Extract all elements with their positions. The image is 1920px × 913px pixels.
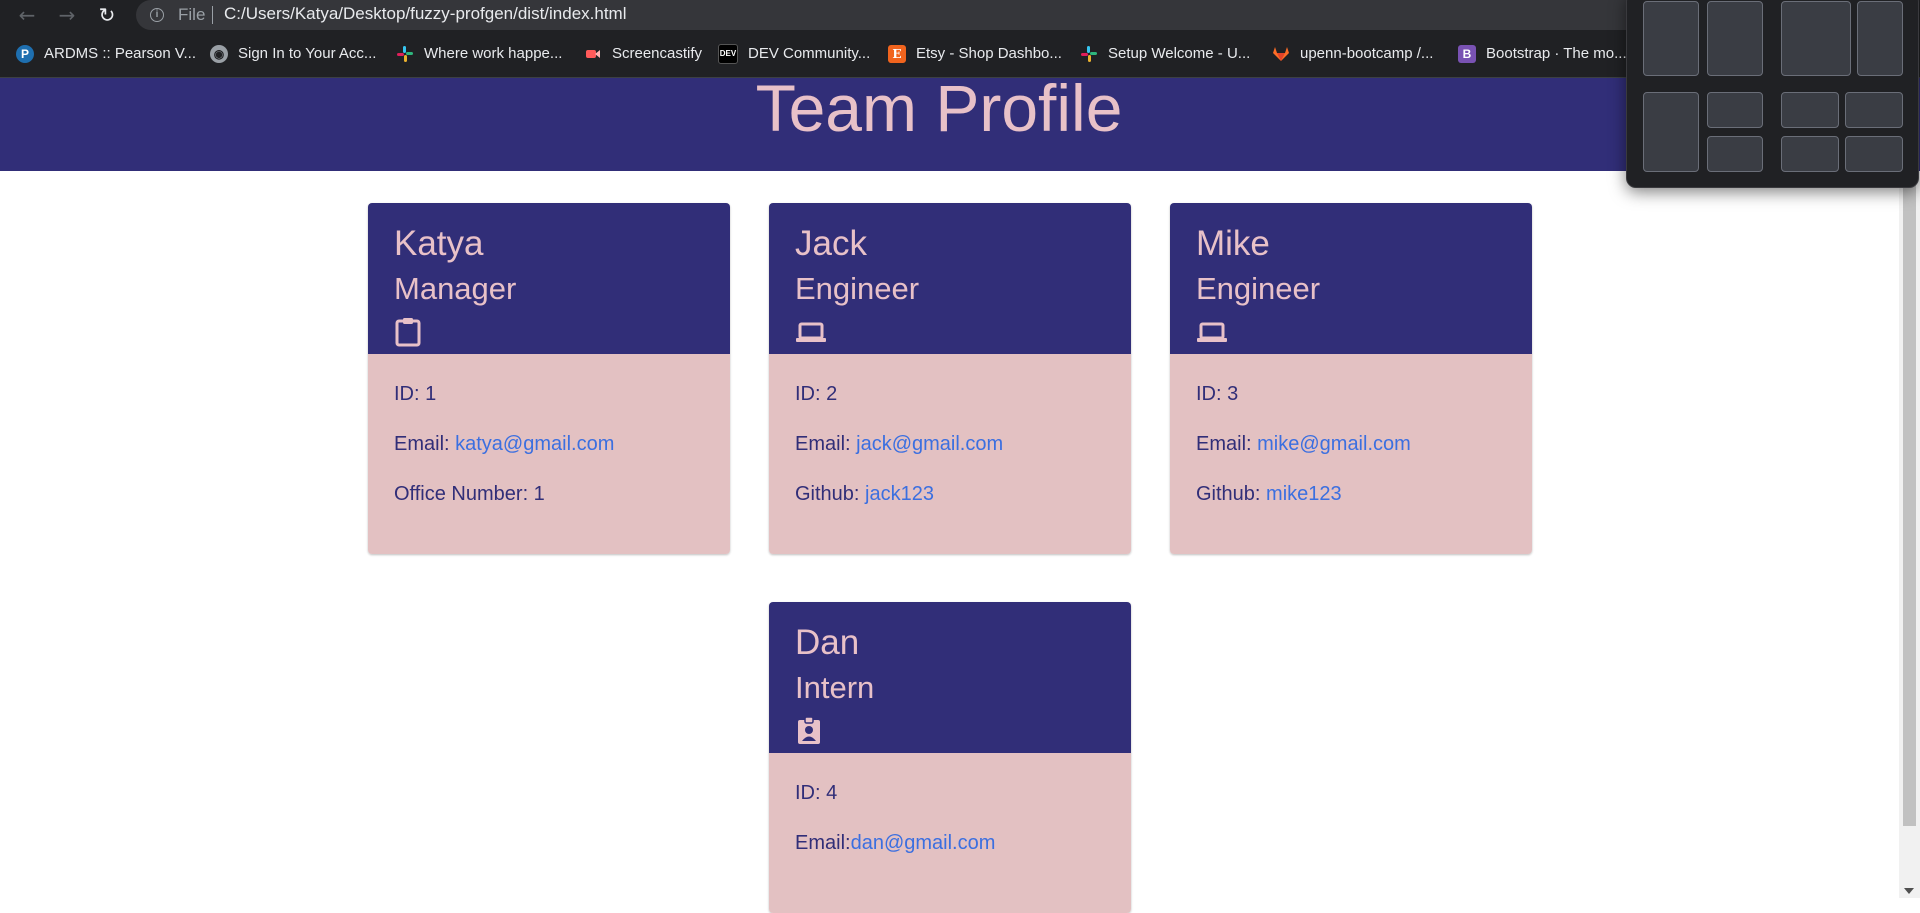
snap-zone[interactable]	[1707, 92, 1763, 128]
bookmark-label: ARDMS :: Pearson V...	[44, 45, 197, 62]
email-label: Email:	[1196, 433, 1258, 455]
github-row: Github: mike123	[1196, 482, 1506, 532]
employee-id: ID: 1	[394, 383, 437, 405]
snap-zone[interactable]	[1643, 1, 1699, 76]
office-number: Office Number: 1	[394, 483, 545, 505]
snap-zone[interactable]	[1781, 1, 1851, 76]
snap-zone[interactable]	[1707, 1, 1763, 76]
bookmark-item[interactable]: Where work happe...	[396, 43, 562, 65]
scroll-down-arrow[interactable]	[1904, 888, 1914, 894]
laptop-icon	[1196, 317, 1227, 347]
employee-email-row: Email: mike@gmail.com	[1196, 432, 1506, 482]
clipboard-icon	[394, 317, 422, 347]
employee-id: ID: 4	[795, 782, 838, 804]
github-link[interactable]: jack123	[865, 483, 934, 505]
bookmark-item[interactable]: Setup Welcome - U...	[1080, 43, 1250, 65]
email-link[interactable]: mike@gmail.com	[1257, 433, 1411, 455]
employee-card: Katya Manager ID: 1 Email: katya@gmail.c…	[368, 203, 730, 554]
bookmark-label: Sign In to Your Acc...	[238, 45, 377, 62]
card-body: ID: 4 Email:dan@gmail.com	[769, 753, 1131, 913]
github-label: Github:	[795, 483, 866, 505]
bookmark-label: DEV Community...	[748, 45, 871, 62]
card-header: Mike Engineer	[1170, 203, 1532, 354]
employee-name: Jack	[795, 224, 867, 263]
github-row: Github: jack123	[795, 482, 1105, 532]
email-link[interactable]: dan@gmail.com	[851, 832, 996, 854]
card-body: ID: 1 Email: katya@gmail.com Office Numb…	[368, 354, 730, 554]
forward-button[interactable]: →	[54, 2, 80, 28]
bookmark-item[interactable]: DEV DEV Community...	[718, 43, 870, 65]
employee-name: Dan	[795, 623, 860, 662]
snap-zone[interactable]	[1845, 92, 1903, 128]
divider	[212, 6, 213, 24]
reload-button[interactable]: ↻	[94, 2, 120, 28]
url-text[interactable]: C:/Users/Katya/Desktop/fuzzy-profgen/dis…	[224, 4, 627, 24]
bookmark-label: Setup Welcome - U...	[1108, 45, 1251, 62]
globe-icon: ◉	[210, 45, 228, 64]
screencastify-icon	[584, 45, 602, 63]
id-badge-icon	[795, 716, 823, 746]
email-label: Email:	[795, 832, 851, 854]
etsy-icon: E	[888, 45, 906, 64]
snap-zone[interactable]	[1781, 92, 1839, 128]
page-title: Team Profile	[755, 71, 1123, 145]
snap-zone[interactable]	[1707, 136, 1763, 172]
employee-id: ID: 2	[795, 383, 838, 405]
bootstrap-icon: B	[1458, 45, 1476, 64]
employee-card: Mike Engineer ID: 3 Email: mike@gmail.co…	[1170, 203, 1532, 554]
gitlab-icon	[1272, 45, 1290, 63]
scrollbar-thumb[interactable]	[1903, 181, 1916, 826]
bookmark-label: Where work happe...	[424, 45, 563, 62]
email-link[interactable]: katya@gmail.com	[455, 433, 614, 455]
employee-name: Katya	[394, 224, 484, 263]
bookmark-item[interactable]: P ARDMS :: Pearson V...	[16, 43, 196, 65]
back-button[interactable]: ←	[14, 2, 40, 28]
info-icon[interactable]: i	[150, 8, 164, 22]
snap-zone[interactable]	[1781, 136, 1839, 172]
page-scrollbar[interactable]	[1899, 171, 1920, 898]
slack-icon	[1080, 45, 1098, 63]
card-body: ID: 3 Email: mike@gmail.com Github: mike…	[1170, 354, 1532, 554]
snap-layouts-flyout	[1626, 0, 1919, 188]
employee-card: Dan Intern ID: 4 Email:dan@gmail.com	[769, 602, 1131, 913]
pearson-icon: P	[16, 45, 34, 64]
bookmark-label: Bootstrap · The mo...	[1486, 45, 1627, 62]
snap-zone[interactable]	[1857, 1, 1903, 76]
scheme-label: File	[178, 5, 206, 24]
employee-role: Manager	[394, 271, 517, 306]
github-link[interactable]: mike123	[1266, 483, 1342, 505]
employee-role: Intern	[795, 670, 875, 705]
bookmark-item[interactable]: Screencastify	[584, 43, 702, 65]
bookmark-label: Etsy - Shop Dashbo...	[916, 45, 1062, 62]
email-link[interactable]: jack@gmail.com	[856, 433, 1003, 455]
email-label: Email:	[394, 433, 456, 455]
address-bar[interactable]: i File C:/Users/Katya/Desktop/fuzzy-prof…	[136, 0, 1836, 30]
bookmark-label: Screencastify	[612, 45, 703, 62]
bookmark-item[interactable]: E Etsy - Shop Dashbo...	[888, 43, 1062, 65]
employee-email-row: Email: katya@gmail.com	[394, 432, 704, 482]
snap-zone[interactable]	[1845, 136, 1903, 172]
bookmark-label: upenn-bootcamp /...	[1300, 45, 1434, 62]
bookmark-item[interactable]: B Bootstrap · The mo...	[1458, 43, 1627, 65]
laptop-icon	[795, 317, 826, 347]
snap-zone[interactable]	[1643, 92, 1699, 172]
card-header: Jack Engineer	[769, 203, 1131, 354]
dev-icon: DEV	[718, 44, 738, 65]
employee-card: Jack Engineer ID: 2 Email: jack@gmail.co…	[769, 203, 1131, 554]
employee-role: Engineer	[1196, 271, 1321, 306]
card-body: ID: 2 Email: jack@gmail.com Github: jack…	[769, 354, 1131, 554]
employee-role: Engineer	[795, 271, 920, 306]
email-label: Email:	[795, 433, 857, 455]
employee-email-row: Email:dan@gmail.com	[795, 831, 1105, 881]
employee-name: Mike	[1196, 224, 1270, 263]
employee-email-row: Email: jack@gmail.com	[795, 432, 1105, 482]
bookmark-item[interactable]: upenn-bootcamp /...	[1272, 43, 1433, 65]
slack-icon	[396, 45, 414, 63]
bookmark-item[interactable]: ◉ Sign In to Your Acc...	[210, 43, 376, 65]
card-header: Dan Intern	[769, 602, 1131, 753]
github-label: Github:	[1196, 483, 1267, 505]
card-header: Katya Manager	[368, 203, 730, 354]
employee-id: ID: 3	[1196, 383, 1239, 405]
